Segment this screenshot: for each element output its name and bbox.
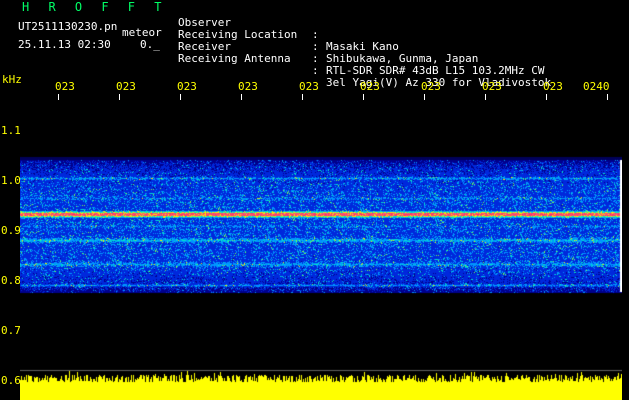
- time-tick: [546, 94, 547, 100]
- capture-value: 0._: [140, 38, 160, 51]
- meta-sep: :: [312, 64, 319, 77]
- time-label: 0240: [583, 80, 610, 93]
- time-label: 023: [543, 80, 563, 93]
- capture-datetime: 25.11.13 02:30: [18, 38, 111, 51]
- time-tick: [302, 94, 303, 100]
- time-tick: [58, 94, 59, 100]
- freq-label: 0.7: [1, 324, 21, 337]
- time-tick: [424, 94, 425, 100]
- time-label: 023: [238, 80, 258, 93]
- time-label: 023: [299, 80, 319, 93]
- time-label: 023: [360, 80, 380, 93]
- time-tick: [607, 94, 608, 100]
- time-tick: [485, 94, 486, 100]
- time-label: 023: [116, 80, 136, 93]
- time-label: 023: [482, 80, 502, 93]
- freq-label: 0.9: [1, 224, 21, 237]
- time-tick: [363, 94, 364, 100]
- meta-key: Receiving Antenna: [178, 52, 291, 65]
- time-tick: [180, 94, 181, 100]
- freq-label: 0.6: [1, 374, 21, 387]
- time-label: 023: [177, 80, 197, 93]
- file-name: UT2511130230.pn: [18, 20, 118, 33]
- brand-title: H R O F F T: [22, 0, 168, 14]
- axis-unit-label: kHz: [2, 73, 22, 86]
- spectrogram: [20, 102, 622, 400]
- freq-label: 1.0: [1, 174, 21, 187]
- time-tick: [119, 94, 120, 100]
- time-label: 023: [55, 80, 75, 93]
- freq-label: 0.8: [1, 274, 21, 287]
- time-label: 023: [421, 80, 441, 93]
- time-tick: [241, 94, 242, 100]
- freq-label: 1.1: [1, 124, 21, 137]
